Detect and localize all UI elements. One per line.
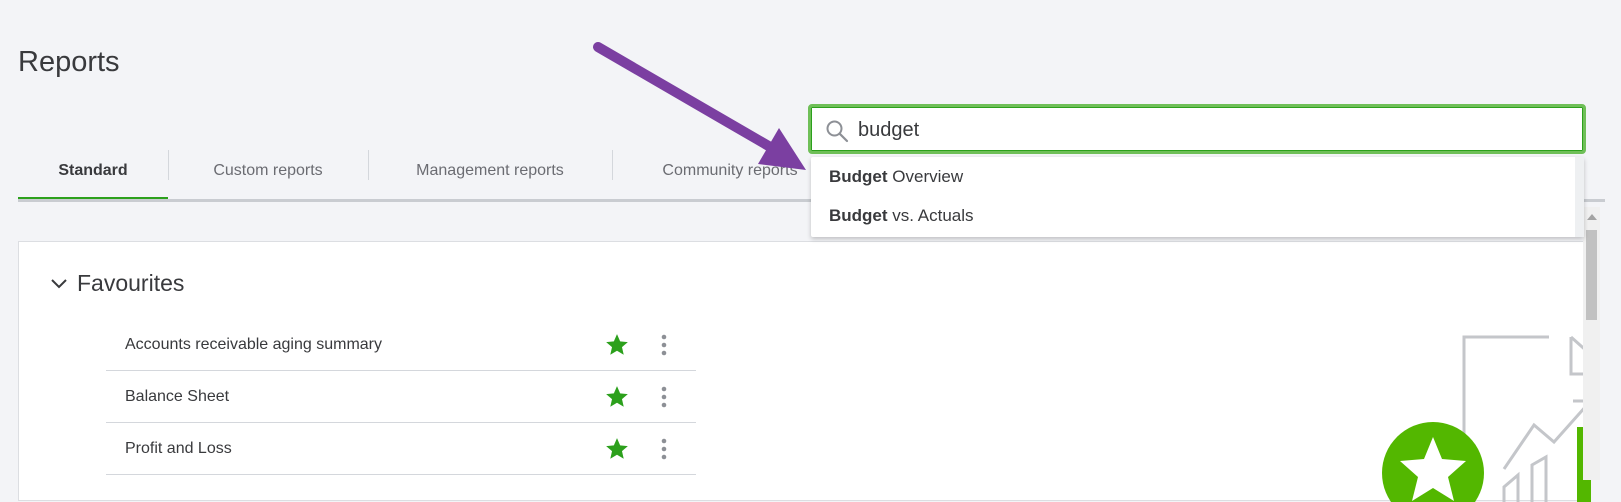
report-search-box	[808, 104, 1586, 154]
favourites-list: Accounts receivable aging summary Balanc…	[106, 319, 696, 475]
suggestion-budget-vs-actuals[interactable]: Budget vs. Actuals	[829, 206, 974, 226]
list-item: Profit and Loss	[106, 423, 696, 475]
report-link[interactable]: Profit and Loss	[125, 440, 232, 458]
tab-custom-reports[interactable]: Custom reports	[168, 142, 368, 200]
suggestion-rest-text: vs. Actuals	[887, 206, 974, 225]
chevron-down-icon[interactable]	[49, 274, 69, 294]
section-title: Favourites	[77, 270, 185, 296]
scroll-thumb[interactable]	[1586, 230, 1597, 320]
star-icon[interactable]	[604, 332, 630, 358]
dropdown-scrollbar[interactable]	[1575, 157, 1584, 237]
page-title: Reports	[18, 46, 120, 78]
search-suggestions-dropdown: Budget Overview Budget vs. Actuals	[811, 157, 1584, 237]
star-icon[interactable]	[604, 436, 630, 462]
list-item: Balance Sheet	[106, 371, 696, 423]
scroll-up-arrow-icon[interactable]	[1587, 214, 1597, 220]
star-icon[interactable]	[604, 384, 630, 410]
suggestion-budget-overview[interactable]: Budget Overview	[829, 167, 963, 187]
more-vertical-icon[interactable]	[658, 384, 670, 410]
favourites-header[interactable]: Favourites	[49, 270, 184, 297]
list-item: Accounts receivable aging summary	[106, 319, 696, 371]
suggestion-rest-text: Overview	[887, 167, 964, 186]
search-icon	[826, 120, 849, 143]
report-link[interactable]: Balance Sheet	[125, 388, 229, 406]
more-vertical-icon[interactable]	[658, 436, 670, 462]
vertical-scrollbar[interactable]	[1583, 207, 1600, 480]
suggestion-match-text: Budget	[829, 167, 888, 186]
tab-management-reports[interactable]: Management reports	[368, 142, 612, 200]
favourites-illustration	[1382, 335, 1599, 502]
tab-standard[interactable]: Standard	[18, 142, 168, 202]
report-link[interactable]: Accounts receivable aging summary	[125, 336, 382, 354]
search-input[interactable]	[856, 113, 1550, 147]
more-vertical-icon[interactable]	[658, 332, 670, 358]
suggestion-match-text: Budget	[829, 206, 888, 225]
reports-card: Favourites Accounts receivable aging sum…	[18, 241, 1599, 502]
